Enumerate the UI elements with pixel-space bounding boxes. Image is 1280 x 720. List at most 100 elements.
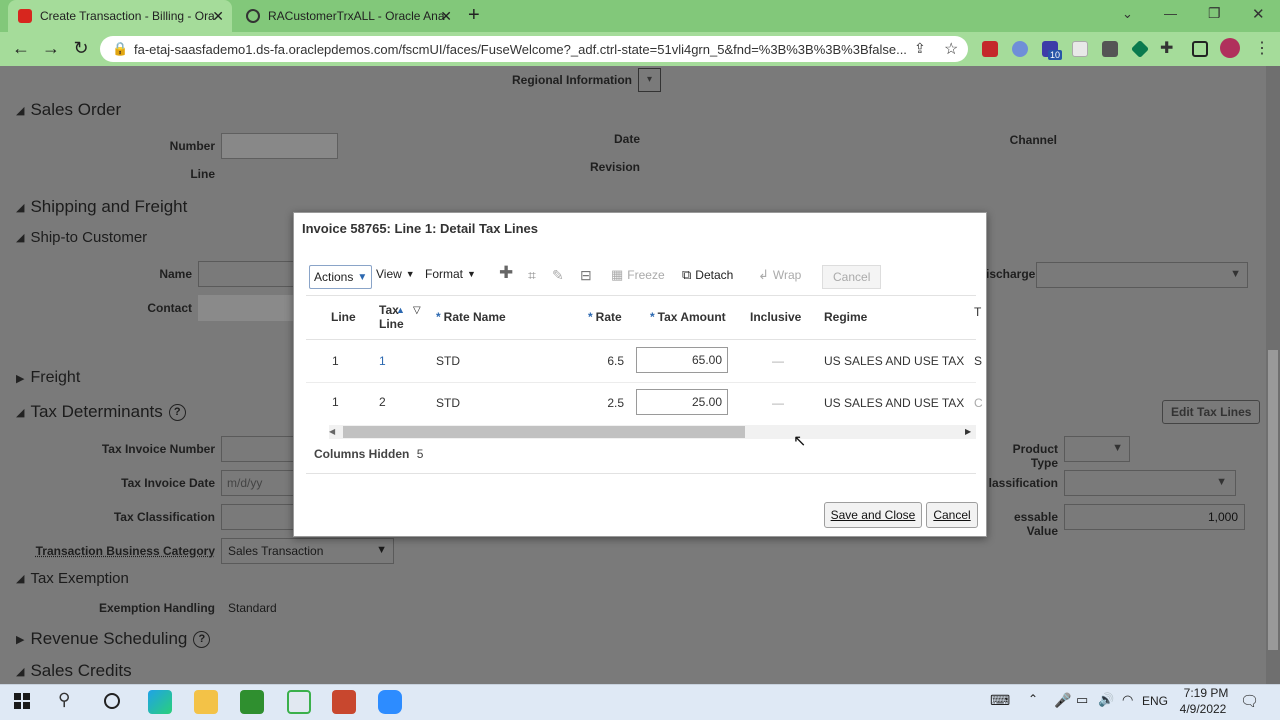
clock-time[interactable]: 7:19 PM <box>1176 686 1236 700</box>
tax-exemption-section[interactable]: ◢ Tax Exemption <box>16 570 129 587</box>
detach-icon: ⧉ <box>682 267 692 282</box>
query-icon[interactable]: ⌗ <box>528 267 536 284</box>
tax-classification-input[interactable] <box>221 504 295 530</box>
tray-arrow-icon[interactable]: ⌃ <box>1028 692 1038 706</box>
table-row[interactable]: 1 1 STD 6.5 65.00 — US SALES AND USE TAX… <box>306 340 982 382</box>
tax-invoice-number-input[interactable] <box>221 436 295 462</box>
view-menu[interactable]: View ▼ <box>376 267 415 281</box>
sales-credits-section[interactable]: ◢ Sales Credits <box>16 661 132 681</box>
extension-pdf-icon[interactable] <box>982 41 998 57</box>
tab-search-icon[interactable]: ⌄ <box>1122 6 1133 22</box>
back-icon[interactable]: ← <box>10 38 32 59</box>
regional-information-toggle[interactable]: ▾ <box>638 68 661 92</box>
extension-capture-icon[interactable] <box>1102 41 1118 57</box>
browser-menu-icon[interactable]: ⋮ <box>1254 38 1270 58</box>
close-tab-icon[interactable]: ✕ <box>212 8 224 25</box>
contact-input[interactable] <box>198 295 294 321</box>
minimize-button[interactable]: — <box>1164 6 1177 21</box>
column-line[interactable]: Line <box>331 310 356 324</box>
extension-grid-icon[interactable] <box>1072 41 1088 57</box>
close-tab-icon[interactable]: ✕ <box>440 8 452 25</box>
file-explorer-icon[interactable] <box>194 690 218 714</box>
export-icon[interactable]: ⊟ <box>580 267 592 284</box>
actions-menu[interactable]: Actions ▼ <box>309 265 373 289</box>
detach-button[interactable]: ⧉ Detach <box>682 267 733 283</box>
cell-rate: 6.5 <box>607 354 624 368</box>
assessable-value-input[interactable]: 1,000 <box>1064 504 1245 530</box>
cell-tax-line[interactable]: 2 <box>379 395 386 409</box>
freight-section[interactable]: ▶ Freight <box>16 369 80 387</box>
revenue-scheduling-section[interactable]: ▶ Revenue Scheduling? <box>16 629 211 649</box>
freeze-button[interactable]: ▦ Freeze <box>611 267 665 283</box>
edit-icon[interactable]: ✎ <box>552 267 564 284</box>
tax-determinants-section[interactable]: ◢ Tax Determinants? <box>16 402 186 422</box>
clock-date[interactable]: 4/9/2022 <box>1170 702 1236 716</box>
microphone-icon[interactable]: 🎤 <box>1054 692 1071 709</box>
tax-amount-input[interactable]: 25.00 <box>636 389 728 415</box>
column-tax-line[interactable]: Line <box>379 317 404 331</box>
search-icon[interactable]: ⚲ <box>58 690 70 710</box>
language-indicator[interactable]: ENG <box>1142 694 1168 708</box>
transaction-business-category-select[interactable]: Sales Transaction ▼ <box>221 538 394 564</box>
column-inclusive[interactable]: Inclusive <box>750 310 801 324</box>
add-row-icon[interactable]: ✚ <box>499 263 513 283</box>
shipping-freight-section[interactable]: ◢ Shipping and Freight <box>16 197 187 217</box>
sort-descending-icon[interactable]: ▽ <box>413 305 421 316</box>
ship-to-customer-section[interactable]: ◢ Ship-to Customer <box>16 229 147 246</box>
scrollbar-thumb[interactable] <box>343 426 745 438</box>
bookmark-star-icon[interactable]: ☆ <box>944 39 958 59</box>
scroll-right-icon[interactable]: ▶ <box>965 427 971 436</box>
format-menu[interactable]: Format ▼ <box>425 267 476 281</box>
sort-ascending-icon[interactable]: ▲ <box>396 305 405 315</box>
cell-tax-line[interactable]: 1 <box>379 354 386 368</box>
classification-select[interactable]: ▼ <box>1064 470 1236 496</box>
discharge-select[interactable]: ▼ <box>1036 262 1248 288</box>
edge-icon[interactable] <box>148 690 172 714</box>
table-row[interactable]: 1 2 STD 2.5 25.00 — US SALES AND USE TAX… <box>306 383 983 423</box>
tab-ra-customer[interactable]: RACustomerTrxALL - Oracle Ana ✕ <box>236 0 460 32</box>
window-close-button[interactable]: ✕ <box>1252 5 1265 23</box>
scrollbar-thumb[interactable] <box>1268 350 1278 650</box>
wifi-icon[interactable]: ◠ <box>1122 692 1133 708</box>
volume-icon[interactable]: 🔊 <box>1098 692 1114 708</box>
extensions-puzzle-icon[interactable]: ✚ <box>1160 38 1173 58</box>
keyboard-icon[interactable]: ⌨ <box>990 692 1010 709</box>
new-tab-button[interactable]: + <box>468 4 480 27</box>
notepad-icon[interactable] <box>240 690 264 714</box>
column-regime[interactable]: Regime <box>824 310 867 324</box>
tax-amount-input[interactable]: 65.00 <box>636 347 728 373</box>
dropdown-icon: ▼ <box>1112 442 1123 454</box>
sidebar-panel-icon[interactable] <box>1192 41 1208 57</box>
address-bar[interactable]: fa-etaj-saasfademo1.ds-fa.oraclepdemos.c… <box>100 36 968 62</box>
toolbar-cancel-button[interactable]: Cancel <box>822 265 882 289</box>
battery-icon[interactable]: ▭ <box>1076 692 1088 708</box>
page-scrollbar[interactable] <box>1266 66 1280 684</box>
save-and-close-button[interactable]: Save and Close <box>824 502 922 528</box>
chrome-icon[interactable] <box>287 690 311 714</box>
share-icon[interactable]: ⇪ <box>914 40 926 57</box>
notifications-icon[interactable]: 🗨 <box>1240 692 1259 710</box>
dialog-cancel-button[interactable]: Cancel <box>926 502 978 528</box>
profile-avatar[interactable] <box>1220 38 1240 58</box>
scroll-left-icon[interactable]: ◀ <box>329 427 335 436</box>
windows-start-icon[interactable] <box>14 693 30 709</box>
help-icon[interactable]: ? <box>193 630 211 648</box>
reload-icon[interactable]: ↻ <box>70 38 92 59</box>
powerpoint-icon[interactable] <box>332 690 356 714</box>
tax-invoice-date-input[interactable]: m/d/yy <box>221 470 295 496</box>
extension-sync-icon[interactable] <box>1012 41 1028 57</box>
edit-tax-lines-button[interactable]: Edit Tax Lines <box>1162 400 1261 424</box>
horizontal-scrollbar[interactable]: ◀ ▶ <box>329 425 976 439</box>
ship-to-name-input[interactable] <box>198 261 294 287</box>
tab-create-transaction[interactable]: Create Transaction - Billing - Ora ✕ <box>8 0 232 32</box>
product-type-select[interactable]: ▼ <box>1064 436 1130 462</box>
zoom-icon[interactable] <box>378 690 402 714</box>
wrap-button[interactable]: ↲ Wrap <box>758 267 801 283</box>
order-number-input[interactable] <box>221 133 338 159</box>
cortana-icon[interactable] <box>104 693 120 709</box>
forward-icon[interactable]: → <box>40 38 62 59</box>
help-icon[interactable]: ? <box>168 403 186 421</box>
lock-icon[interactable]: 🔒 <box>112 41 128 57</box>
sales-order-section[interactable]: ◢ Sales Order <box>16 100 121 120</box>
restore-button[interactable]: ❐ <box>1208 5 1221 22</box>
